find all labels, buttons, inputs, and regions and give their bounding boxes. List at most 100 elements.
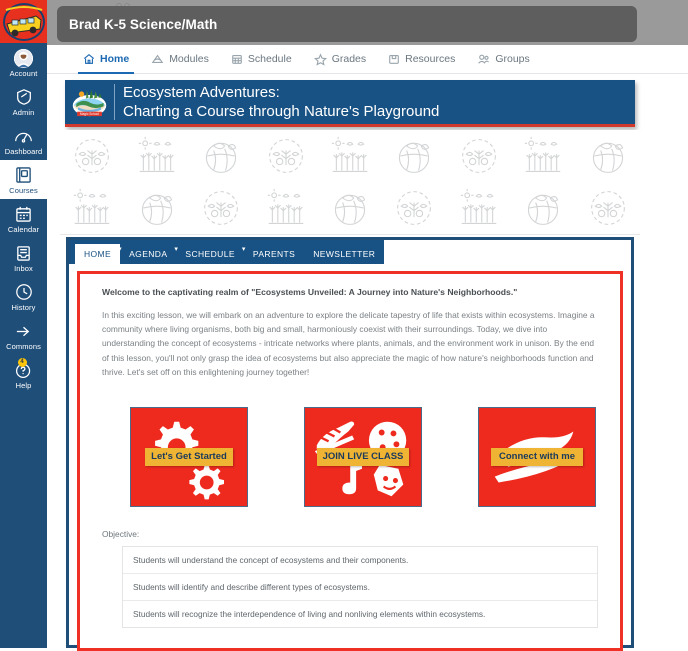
inner-tab-agenda[interactable]: ▾ AGENDA xyxy=(118,244,176,264)
inbox-icon xyxy=(15,243,32,263)
sidebar-item-inbox[interactable]: Inbox xyxy=(0,238,47,277)
avatar-icon xyxy=(14,48,33,68)
book-icon xyxy=(15,165,32,185)
inner-tab-parents[interactable]: ▾ PARENTS xyxy=(241,244,304,264)
global-navigation-sidebar: Account Admin Dashboard Courses Calendar… xyxy=(0,0,47,648)
tab-label: Modules xyxy=(169,53,209,65)
tab-home[interactable]: Home xyxy=(72,45,140,74)
lesson-red-frame: Welcome to the captivating realm of "Eco… xyxy=(77,271,623,651)
globe-leaf-icon xyxy=(511,183,575,233)
svg-text:Magic School: Magic School xyxy=(80,112,99,116)
ecosystem-circle-icon xyxy=(576,183,640,233)
inner-tab-label: SCHEDULE xyxy=(185,249,235,259)
sidebar-item-account[interactable]: Account xyxy=(0,43,47,82)
tab-label: Home xyxy=(100,53,130,65)
course-navigation-tabs: Home Modules Schedule Grades Resources G… xyxy=(47,45,688,74)
sidebar-item-label: Help xyxy=(15,381,32,390)
globe-leaf-icon xyxy=(382,131,446,181)
speedometer-icon xyxy=(14,126,33,146)
groups-icon xyxy=(478,54,490,64)
school-bus-logo-art xyxy=(2,2,45,41)
banner-line-2: Charting a Course through Nature's Playg… xyxy=(123,103,440,120)
schedule-icon xyxy=(232,55,242,64)
globe-leaf-icon xyxy=(318,183,382,233)
action-card-get-started[interactable]: Let's Get Started xyxy=(130,407,248,508)
ecosystem-circle-icon xyxy=(447,131,511,181)
action-card-label: JOIN LIVE CLASS xyxy=(316,448,410,466)
tab-label: Schedule xyxy=(247,53,292,65)
decorative-pattern-band xyxy=(60,130,640,235)
lesson-body: Welcome to the captivating realm of "Eco… xyxy=(80,274,620,379)
course-title-bar: Brad K-5 Science/Math xyxy=(57,6,637,42)
tab-modules[interactable]: Modules xyxy=(140,45,220,73)
pattern-row xyxy=(60,182,640,234)
ecosystem-circle-icon xyxy=(253,131,317,181)
home-icon xyxy=(83,53,95,64)
objective-list: Students will understand the concept of … xyxy=(122,546,598,629)
banner-line-1: Ecosystem Adventures: xyxy=(123,84,280,101)
arrow-right-icon xyxy=(14,321,33,341)
tab-label: Groups xyxy=(495,53,530,65)
sidebar-item-label: Commons xyxy=(6,342,41,351)
shield-icon xyxy=(15,87,33,107)
banner-text: Ecosystem Adventures: Charting a Course … xyxy=(123,83,439,121)
lesson-heading: Welcome to the captivating realm of "Eco… xyxy=(102,287,518,297)
tab-groups[interactable]: Groups xyxy=(466,45,540,73)
sidebar-item-label: Admin xyxy=(12,108,35,117)
globe-leaf-icon xyxy=(576,131,640,181)
clock-icon xyxy=(15,282,33,302)
tab-resources[interactable]: Resources xyxy=(377,45,466,73)
objective-title: Objective: xyxy=(102,529,140,540)
page-title: Brad K-5 Science/Math xyxy=(69,16,218,32)
tab-label: Grades xyxy=(331,53,367,65)
inner-tab-label: AGENDA xyxy=(129,249,168,259)
sidebar-item-courses[interactable]: Courses xyxy=(0,160,47,199)
action-card-connect-with-me[interactable]: Connect with me xyxy=(478,407,596,508)
inner-tab-label: HOME xyxy=(84,249,112,259)
tab-label: Resources xyxy=(405,53,456,65)
course-header: Brad K-5 Science/Math xyxy=(47,0,688,45)
inner-tab-label: NEWSLETTER xyxy=(313,249,376,259)
caret-icon: ▾ xyxy=(118,246,123,253)
tab-bar-spacer xyxy=(384,240,631,264)
sidebar-item-help[interactable]: 4 Help xyxy=(0,355,47,394)
sidebar-item-label: Calendar xyxy=(7,225,40,234)
lesson-banner: Magic School Ecosystem Adventures: Chart… xyxy=(65,80,635,127)
wheat-field-icon xyxy=(447,183,511,233)
sidebar-item-calendar[interactable]: Calendar xyxy=(0,199,47,238)
action-card-join-live-class[interactable]: JOIN LIVE CLASS xyxy=(304,407,422,508)
sidebar-item-history[interactable]: History xyxy=(0,277,47,316)
sidebar-item-commons[interactable]: Commons xyxy=(0,316,47,355)
wheat-field-icon xyxy=(124,131,188,181)
list-item: Students will recognize the interdepende… xyxy=(123,601,597,628)
ecosystem-circle-icon xyxy=(189,183,253,233)
inner-tab-newsletter[interactable]: NEWSLETTER xyxy=(304,244,384,264)
list-item: Students will understand the concept of … xyxy=(123,547,597,575)
wheat-field-icon xyxy=(60,183,124,233)
magic-school-bus-logo[interactable] xyxy=(0,0,47,43)
inner-tab-bar: HOME ▾ AGENDA ▾ SCHEDULE ▾ PARENTS NEWSLETT… xyxy=(69,240,631,264)
inner-tab-schedule[interactable]: ▾ SCHEDULE xyxy=(174,244,244,264)
modules-icon xyxy=(151,54,164,63)
star-icon xyxy=(313,52,327,66)
wheat-field-icon xyxy=(318,131,382,181)
list-item: Students will identify and describe diff… xyxy=(123,574,597,602)
inner-tab-label: PARENTS xyxy=(252,249,296,259)
action-card-row: Let's Get Started JOIN LIVE CLASS Connec… xyxy=(80,379,620,508)
sidebar-item-label: Inbox xyxy=(14,264,33,273)
sidebar-item-dashboard[interactable]: Dashboard xyxy=(0,121,47,160)
inner-tab-home[interactable]: HOME xyxy=(75,244,121,264)
question-icon: 4 xyxy=(15,358,33,380)
globe-leaf-icon xyxy=(189,131,253,181)
sidebar-item-label: Courses xyxy=(9,186,38,195)
sidebar-item-label: Dashboard xyxy=(4,147,43,156)
tab-grades[interactable]: Grades xyxy=(303,45,377,73)
sidebar-item-admin[interactable]: Admin xyxy=(0,82,47,121)
caret-icon: ▾ xyxy=(241,246,246,253)
objective-section: Objective: Students will understand the … xyxy=(80,507,620,629)
tab-schedule[interactable]: Schedule xyxy=(220,45,303,73)
globe-leaf-icon xyxy=(124,183,188,233)
help-badge: 4 xyxy=(17,358,27,367)
pattern-row xyxy=(60,130,640,182)
folder-icon xyxy=(389,55,399,64)
